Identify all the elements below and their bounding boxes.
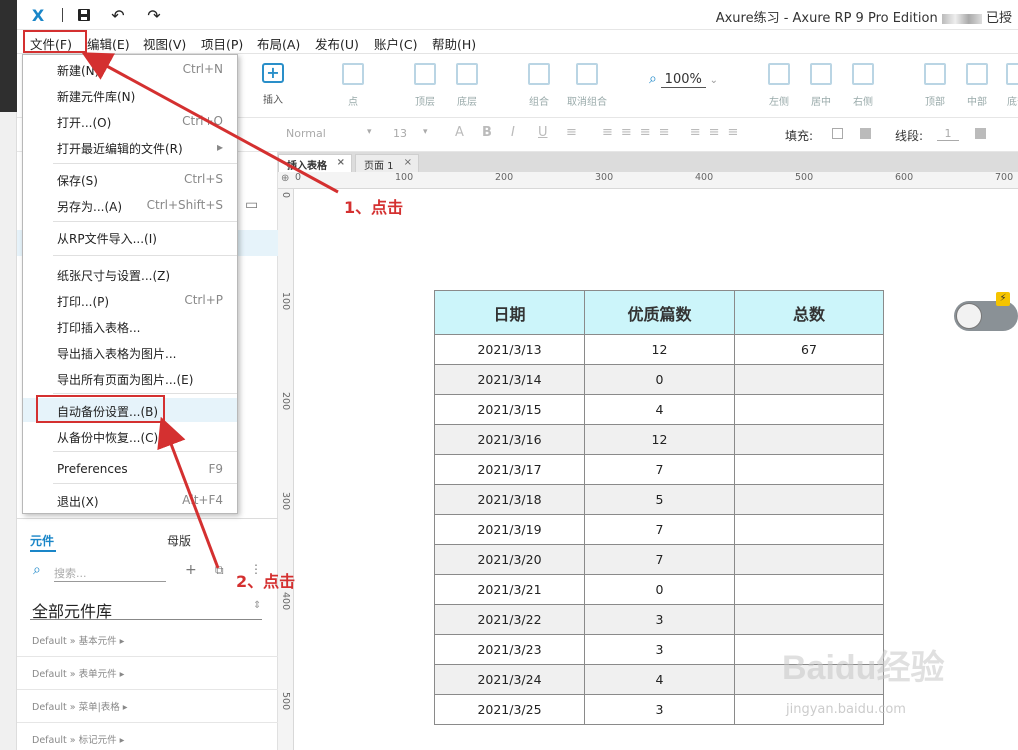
arrow-step2 [157,416,220,569]
arrow-step1 [81,52,339,194]
watermark-url: jingyan.baidu.com [786,702,906,717]
watermark: Baidu经验 [782,640,944,689]
annotation-step2: 2、点击 [236,572,296,591]
annotation-arrows [81,52,339,569]
annotation-step1: 1、点击 [344,198,404,217]
watermark-brand: Baidu经验 [782,649,945,687]
